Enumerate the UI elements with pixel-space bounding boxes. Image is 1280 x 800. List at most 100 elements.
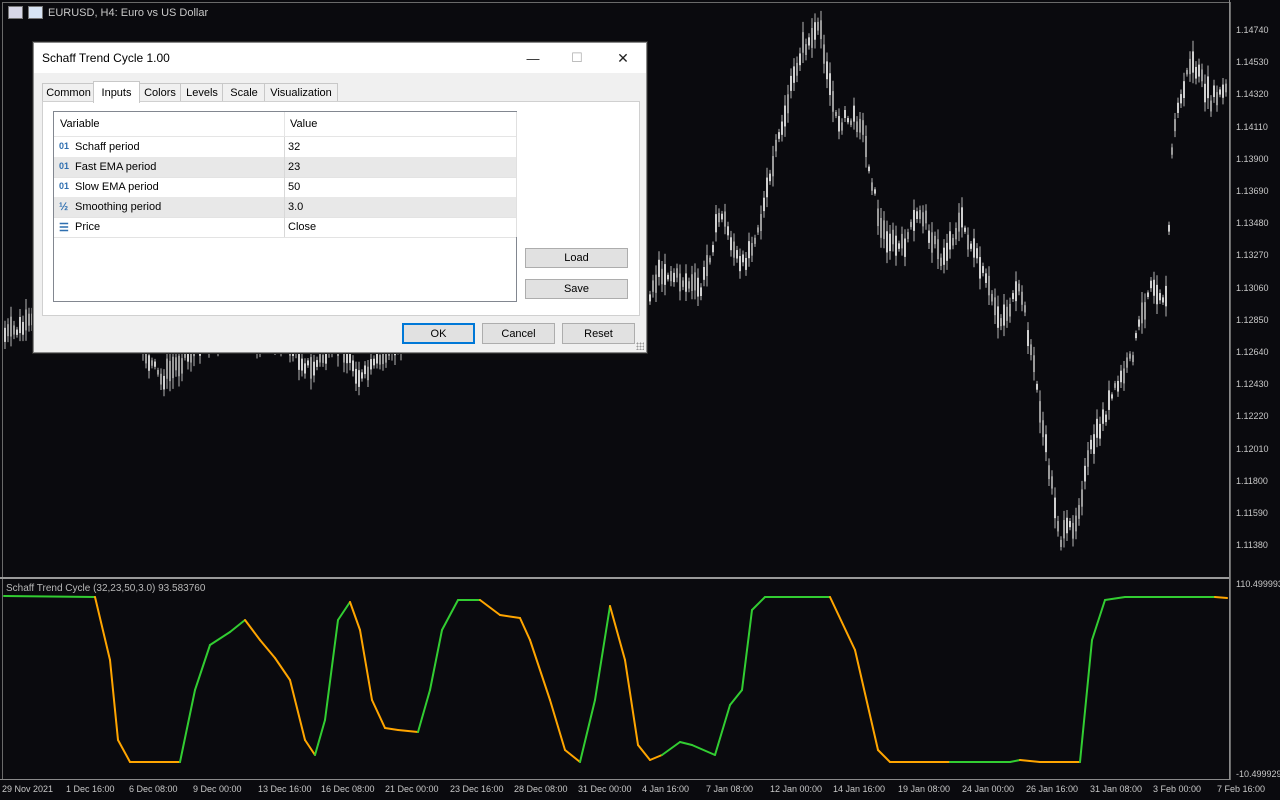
candle-body xyxy=(379,354,381,365)
candle-body xyxy=(1090,439,1092,450)
candle-body xyxy=(841,122,843,131)
tab-levels[interactable]: Levels xyxy=(180,83,224,102)
variable-value[interactable]: 23 xyxy=(288,161,300,173)
candle-body xyxy=(817,21,819,31)
minimize-button[interactable]: — xyxy=(510,43,556,73)
stc-line-segment xyxy=(751,596,766,611)
stc-line-segment xyxy=(229,619,246,633)
candle-body xyxy=(802,32,804,53)
table-row[interactable]: ☰ Price Close xyxy=(54,217,516,238)
dialog-titlebar[interactable]: Schaff Trend Cycle 1.00 — ☐ ✕ xyxy=(34,43,646,73)
load-button[interactable]: Load xyxy=(525,248,628,268)
candle-body xyxy=(994,297,996,316)
candle-body xyxy=(760,214,762,232)
candle-body xyxy=(1138,319,1140,327)
price-tick-label: 1.13060 xyxy=(1236,282,1269,293)
candle-body xyxy=(4,327,6,342)
price-tick-label: 1.11800 xyxy=(1236,475,1268,486)
table-row[interactable]: 01 Fast EMA period 23 xyxy=(54,157,516,178)
variable-value[interactable]: 32 xyxy=(288,141,300,153)
table-row[interactable]: ½ Smoothing period 3.0 xyxy=(54,197,516,218)
stc-line-segment xyxy=(304,739,316,756)
candle-body xyxy=(745,257,747,270)
candle-body xyxy=(385,352,387,363)
stc-line-segment xyxy=(479,599,501,616)
candle-body xyxy=(1222,84,1224,98)
stc-line-segment xyxy=(337,601,351,621)
close-button[interactable]: ✕ xyxy=(600,43,646,73)
candle-body xyxy=(1108,390,1110,410)
time-tick-label: 6 Dec 08:00 xyxy=(129,784,178,794)
ok-button[interactable]: OK xyxy=(402,323,475,344)
tab-visualization[interactable]: Visualization xyxy=(264,83,338,102)
stc-line-segment xyxy=(714,704,731,756)
candle-body xyxy=(667,274,669,280)
candle-body xyxy=(1030,344,1032,356)
stc-line-segment xyxy=(564,749,581,763)
candle-body xyxy=(784,105,786,127)
variable-value[interactable]: Close xyxy=(288,221,316,233)
candle-body xyxy=(775,139,777,152)
candle-body xyxy=(979,257,981,279)
header-separator[interactable] xyxy=(284,112,285,136)
chart-title-bar: EURUSD, H4: Euro vs US Dollar xyxy=(8,6,208,19)
time-tick-label: 13 Dec 16:00 xyxy=(258,784,312,794)
candle-body xyxy=(7,324,9,337)
candle-body xyxy=(1066,517,1068,534)
maximize-button[interactable]: ☐ xyxy=(554,43,600,73)
candle-body xyxy=(829,73,831,96)
candle-body xyxy=(982,266,984,273)
stc-line-segment xyxy=(877,749,891,763)
reset-button[interactable]: Reset xyxy=(562,323,635,344)
integer-icon: 01 xyxy=(59,141,70,151)
price-tick-label: 1.14530 xyxy=(1236,57,1269,68)
candle-body xyxy=(1087,450,1089,467)
table-row[interactable]: 01 Schaff period 32 xyxy=(54,137,516,158)
table-row[interactable]: 01 Slow EMA period 50 xyxy=(54,177,516,198)
tab-scale[interactable]: Scale xyxy=(222,83,266,102)
candle-body xyxy=(1201,69,1203,82)
candle-body xyxy=(307,360,309,366)
time-tick-label: 9 Dec 00:00 xyxy=(193,784,242,794)
header-value[interactable]: Value xyxy=(290,118,317,130)
stc-line-segment xyxy=(349,601,361,631)
stc-line-segment xyxy=(384,727,399,731)
time-tick-label: 4 Jan 16:00 xyxy=(642,784,690,794)
candle-body xyxy=(904,238,906,257)
candle-body xyxy=(688,281,690,289)
indicator-label: Schaff Trend Cycle (32,23,50,3.0) 93.583… xyxy=(6,583,206,594)
candle-body xyxy=(844,110,846,118)
candle-body xyxy=(1225,83,1227,93)
tab-colors[interactable]: Colors xyxy=(138,83,182,102)
variable-value[interactable]: 3.0 xyxy=(288,201,303,213)
variable-value[interactable]: 50 xyxy=(288,181,300,193)
candle-body xyxy=(655,274,657,293)
candle-body xyxy=(952,237,954,246)
candle-body xyxy=(751,243,753,256)
cancel-button[interactable]: Cancel xyxy=(482,323,555,344)
candle-body xyxy=(739,256,741,272)
candle-body xyxy=(799,53,801,66)
candle-body xyxy=(991,293,993,302)
candle-body xyxy=(928,230,930,243)
candle-body xyxy=(175,357,177,371)
candle-body xyxy=(310,357,312,379)
candle-body xyxy=(733,241,735,258)
pane-divider[interactable] xyxy=(0,577,1229,579)
candle-body xyxy=(880,217,882,238)
candle-body xyxy=(883,220,885,239)
tab-inputs[interactable]: Inputs xyxy=(93,81,140,103)
candle-body xyxy=(949,231,951,250)
candle-body xyxy=(184,352,186,358)
candle-body xyxy=(1069,521,1071,528)
stc-line-segment xyxy=(529,639,551,701)
resize-grip-icon[interactable] xyxy=(636,342,644,350)
candle-body xyxy=(1120,370,1122,383)
candle-body xyxy=(964,227,966,232)
header-variable[interactable]: Variable xyxy=(60,118,100,130)
stc-line-segment xyxy=(1009,759,1021,763)
column-separator xyxy=(284,177,285,197)
tab-common[interactable]: Common xyxy=(42,83,95,102)
stc-line-segment xyxy=(259,639,276,659)
save-button[interactable]: Save xyxy=(525,279,628,299)
